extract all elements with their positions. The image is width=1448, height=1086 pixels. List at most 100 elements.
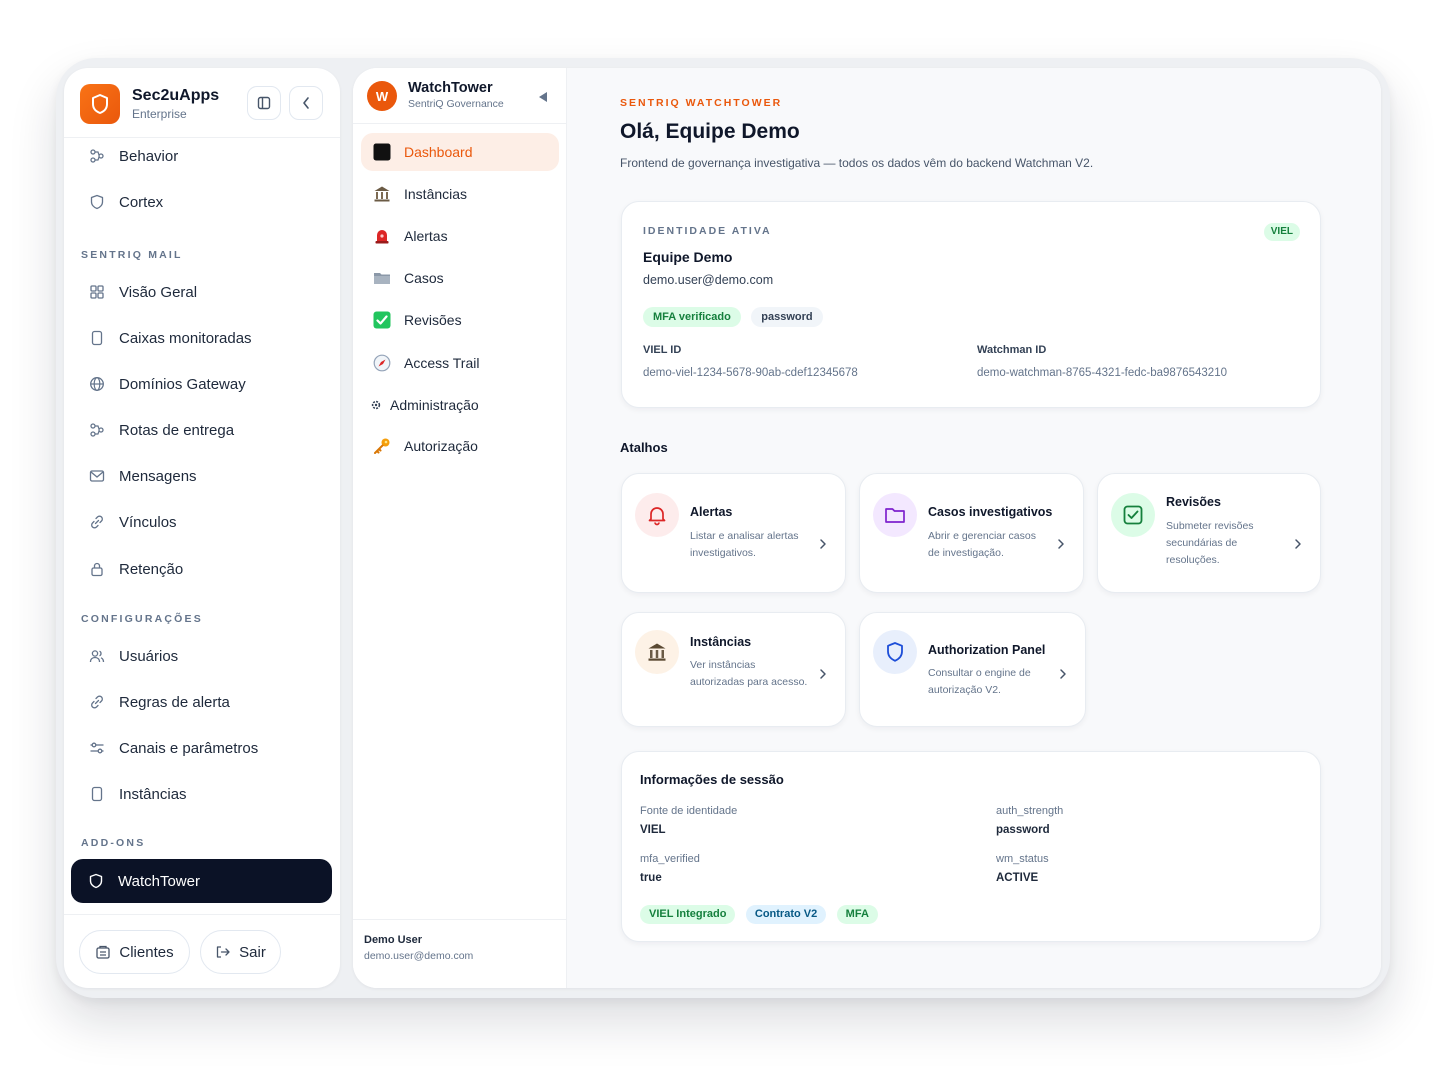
session-key: mfa_verified (640, 853, 700, 865)
section-label-mail: SENTRIQ MAIL (81, 249, 183, 261)
toggle-panel-button[interactable] (247, 86, 281, 120)
gear-icon (370, 395, 382, 415)
logout-button[interactable]: Sair (200, 930, 281, 974)
sidebar-item-label: Canais e parâmetros (119, 739, 259, 757)
collapse-sidebar-button[interactable] (289, 86, 323, 120)
session-value: password (996, 824, 1050, 836)
shortcut-card-revisoes[interactable]: Revisões Submeter revisões secundárias d… (1097, 473, 1321, 593)
page-title: Olá, Equipe Demo (620, 120, 800, 143)
sidebar-item-caixas-monitoradas[interactable]: Caixas monitoradas (72, 318, 332, 358)
session-value: ACTIVE (996, 872, 1039, 884)
session-info-card: Informações de sessão Fonte de identidad… (621, 751, 1321, 942)
siren-icon (372, 226, 392, 246)
wt-nav-label: Instâncias (404, 186, 468, 202)
shortcut-card-instancias[interactable]: Instâncias Ver instâncias autorizadas pa… (621, 612, 846, 727)
section-label-addons: ADD-ONS (81, 837, 146, 849)
building-icon (95, 945, 111, 959)
wt-nav-label: Revisões (404, 312, 462, 328)
bank-icon (372, 184, 392, 204)
sidebar-item-watchtower[interactable]: WatchTower (71, 859, 332, 903)
sidebar-item-label: Rotas de entrega (119, 421, 235, 439)
wt-nav-label: Alertas (404, 228, 448, 244)
chevron-right-icon (1294, 537, 1304, 551)
folder-icon (873, 493, 917, 537)
sidebar-item-label: Domínios Gateway (119, 375, 246, 393)
shortcut-card-alertas[interactable]: Alertas Listar e analisar alertas invest… (621, 473, 846, 593)
device-icon (88, 785, 106, 803)
shortcut-desc: Abrir e gerenciar casos de investigação. (928, 530, 1036, 559)
wt-nav-label: Access Trail (404, 355, 480, 371)
wt-nav-casos[interactable]: Casos (361, 259, 559, 297)
sidebar-item-instancias[interactable]: Instâncias (72, 774, 332, 814)
sidebar-item-behavior[interactable]: Behavior (72, 136, 332, 176)
sidebar-item-label: WatchTower (118, 872, 200, 890)
session-key: Fonte de identidade (640, 805, 738, 817)
chevron-right-icon (1059, 667, 1069, 681)
wt-nav-label: Dashboard (404, 144, 473, 160)
chevron-right-icon (819, 667, 829, 681)
mfa-pill: MFA verificado (643, 307, 741, 327)
sidebar-item-vinculos[interactable]: Vínculos (72, 502, 332, 542)
divider (64, 914, 340, 915)
wt-nav-revisoes[interactable]: Revisões (361, 301, 559, 339)
brand[interactable]: Sec2uApps Enterprise (80, 84, 219, 124)
mfa-pill: MFA (836, 905, 878, 924)
collapse-nav-button[interactable] (537, 90, 549, 108)
link-icon (88, 693, 106, 711)
sidebar-item-label: Instâncias (119, 785, 187, 803)
wt-nav-dashboard[interactable]: Dashboard (361, 133, 559, 171)
sidebar-item-label: Mensagens (119, 467, 197, 485)
sidebar-item-canais-e-parametros[interactable]: Canais e parâmetros (72, 728, 332, 768)
brand-name: Sec2uApps (132, 87, 220, 104)
sidebar-item-dominios-gateway[interactable]: Domínios Gateway (72, 364, 332, 404)
watchman-id-value: demo-watchman-8765-4321-fedc-ba987654321… (977, 367, 1227, 379)
sidebar-item-cortex[interactable]: Cortex (72, 182, 332, 222)
sidebar-item-retencao[interactable]: Retenção (72, 549, 332, 589)
chevron-right-icon (1057, 537, 1067, 551)
brand-shield-icon (80, 84, 120, 124)
watchman-id-label: Watchman ID (977, 344, 1047, 356)
shortcut-card-authorization-panel[interactable]: Authorization Panel Consultar o engine d… (859, 612, 1086, 727)
shortcut-title: Casos investigativos (928, 505, 1053, 519)
users-icon (88, 647, 106, 665)
identity-card: IDENTIDADE ATIVA VIEL Equipe Demo demo.u… (621, 201, 1321, 408)
sidebar-item-label: Vínculos (119, 513, 177, 531)
sidebar-item-usuarios[interactable]: Usuários (72, 636, 332, 676)
key-icon (372, 436, 392, 456)
shortcut-desc: Consultar o engine de autorização V2. (928, 667, 1031, 696)
viel-id-value: demo-viel-1234-5678-90ab-cdef12345678 (643, 367, 858, 379)
shortcut-card-casos[interactable]: Casos investigativos Abrir e gerenciar c… (859, 473, 1084, 593)
shortcut-desc: Submeter revisões secundárias de resoluç… (1166, 520, 1254, 566)
sidebar-item-rotas-de-entrega[interactable]: Rotas de entrega (72, 410, 332, 450)
identity-name: Equipe Demo (643, 249, 733, 265)
brand-subtitle: Enterprise (132, 107, 187, 121)
wt-nav-instancias[interactable]: Instâncias (361, 175, 559, 213)
wt-nav-label: Casos (404, 270, 444, 286)
page-eyebrow: SENTRIQ WATCHTOWER (620, 97, 783, 109)
device-icon (88, 329, 106, 347)
wt-nav-autorizacao[interactable]: Autorização (361, 427, 559, 465)
status-badge: VIEL (1263, 223, 1300, 241)
wt-nav-administracao[interactable]: Administração (361, 386, 559, 424)
folder-icon (372, 268, 392, 288)
shortcut-title: Instâncias (690, 635, 752, 649)
sidebar-item-visao-geral[interactable]: Visão Geral (72, 272, 332, 312)
grid-icon (88, 283, 106, 301)
compass-icon (372, 353, 392, 373)
logout-icon (215, 945, 231, 959)
wt-nav-access-trail[interactable]: Access Trail (361, 344, 559, 382)
shortcut-title: Authorization Panel (928, 643, 1046, 657)
sidebar-item-mensagens[interactable]: Mensagens (72, 456, 332, 496)
user-email: demo.user@demo.com (364, 950, 474, 962)
wt-nav-alertas[interactable]: Alertas (361, 217, 559, 255)
sidebar-item-regras-de-alerta[interactable]: Regras de alerta (72, 682, 332, 722)
session-key: auth_strength (996, 805, 1064, 817)
bell-icon (635, 493, 679, 537)
wt-nav-label: Autorização (404, 438, 478, 454)
sidebar-item-label: Behavior (119, 147, 179, 165)
shield-outline-icon (88, 193, 106, 211)
clients-button[interactable]: Clientes (79, 930, 190, 974)
mail-icon (88, 467, 106, 485)
sidebar-item-label: Visão Geral (119, 283, 198, 301)
sidebar-item-label: Usuários (119, 647, 179, 665)
